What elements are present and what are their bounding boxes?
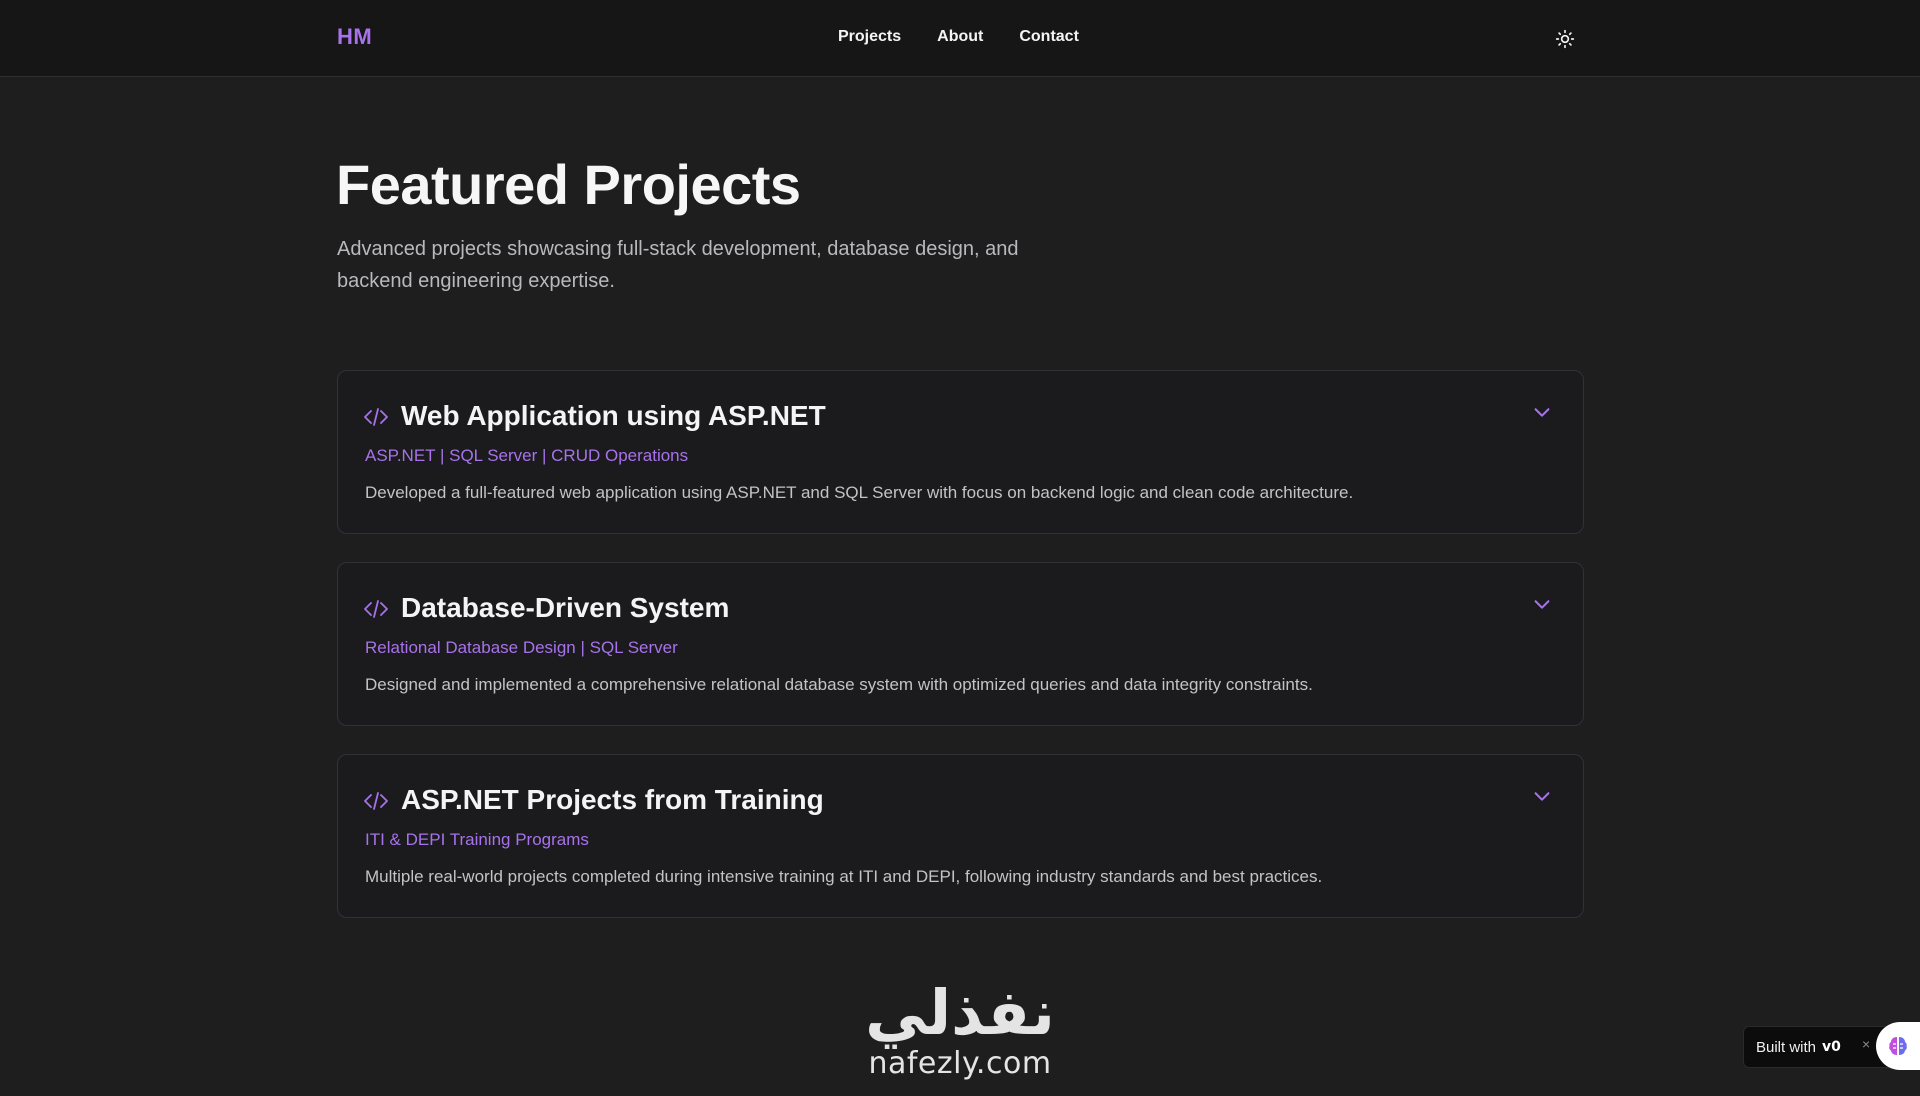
code-icon	[364, 408, 388, 426]
navbar: HM Projects About Contact	[0, 0, 1920, 77]
project-card[interactable]: Web Application using ASP.NET ASP.NET | …	[337, 370, 1584, 534]
chevron-down-icon[interactable]	[1531, 593, 1553, 615]
close-icon[interactable]: ×	[1862, 1036, 1870, 1052]
project-tags: ASP.NET | SQL Server | CRUD Operations	[365, 446, 689, 465]
code-icon	[364, 792, 388, 810]
page-title: Featured Projects	[336, 153, 801, 216]
theme-toggle-button[interactable]	[1550, 24, 1580, 54]
nav-link-about[interactable]: About	[937, 28, 983, 46]
project-description: Designed and implemented a comprehensive…	[365, 675, 1313, 694]
built-with-badge[interactable]: Built with v0	[1743, 1026, 1893, 1068]
project-description: Developed a full-featured web applicatio…	[365, 483, 1354, 502]
chevron-down-icon[interactable]	[1531, 785, 1553, 807]
project-tags: Relational Database Design | SQL Server	[365, 638, 678, 657]
project-tags: ITI & DEPI Training Programs	[365, 830, 589, 849]
watermark-logo: نفذلي nafezly.com	[850, 978, 1070, 1096]
assistant-button[interactable]	[1876, 1022, 1920, 1070]
page: HM Projects About Contact Featured Proje…	[0, 0, 1920, 1096]
page-subtitle: Advanced projects showcasing full-stack …	[337, 238, 1019, 292]
project-list: Web Application using ASP.NET ASP.NET | …	[337, 370, 1584, 946]
watermark-arabic-text: نفذلي	[865, 976, 1055, 1049]
brain-icon	[1889, 1037, 1907, 1055]
nav-link-contact[interactable]: Contact	[1019, 28, 1079, 46]
logo[interactable]: HM	[337, 24, 372, 50]
project-description: Multiple real-world projects completed d…	[365, 867, 1323, 886]
v0-logo: v0	[1822, 1039, 1841, 1055]
chevron-down-icon[interactable]	[1531, 401, 1553, 423]
watermark-latin-text: nafezly.com	[868, 1046, 1052, 1081]
project-title: ASP.NET Projects from Training	[401, 784, 824, 815]
built-with-label: Built with	[1756, 1038, 1817, 1056]
project-title: Database-Driven System	[401, 592, 730, 623]
project-title: Web Application using ASP.NET	[401, 400, 826, 431]
nav-link-projects[interactable]: Projects	[838, 28, 901, 46]
project-card[interactable]: Database-Driven System Relational Databa…	[337, 562, 1584, 726]
code-icon	[364, 600, 388, 618]
sun-icon	[1555, 29, 1575, 49]
nav-links: Projects About Contact	[838, 28, 1079, 46]
project-card[interactable]: ASP.NET Projects from Training ITI & DEP…	[337, 754, 1584, 918]
